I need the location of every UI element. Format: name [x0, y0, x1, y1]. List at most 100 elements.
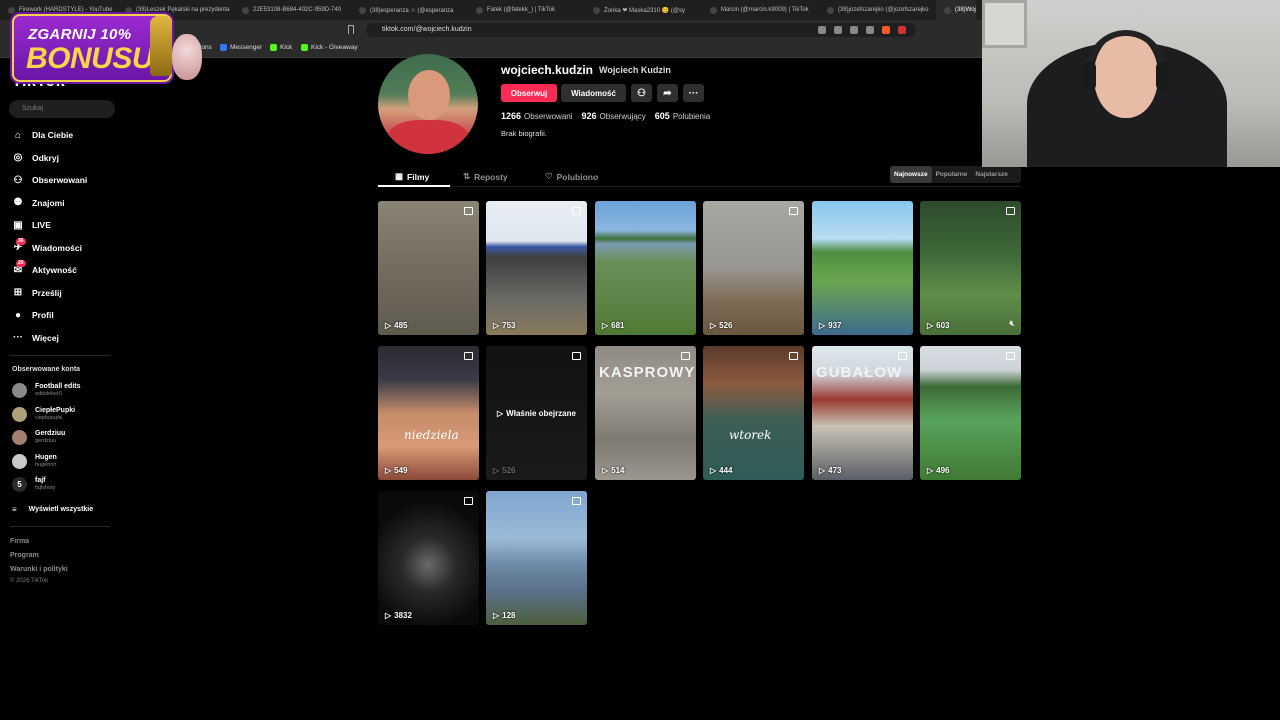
share-icon[interactable]: ➦ [657, 84, 678, 102]
browser-tab[interactable]: Fatek (@fatekk_) | TikTok [468, 0, 585, 20]
extension-icon[interactable] [818, 26, 826, 34]
video-card[interactable]: ▷ 937 [812, 201, 913, 335]
search-placeholder: Szukaj [22, 105, 44, 112]
account-text: Hugen hugennn [35, 454, 57, 469]
tab-reposts[interactable]: ⇅ Reposty [463, 171, 508, 182]
sidebar-divider [10, 355, 110, 356]
video-card[interactable]: ▷ Właśnie obejrzane ▷ 526 [486, 346, 587, 480]
browser-tab[interactable]: 22E53108-B684-402C-959D-740 [234, 0, 351, 20]
browser-tab[interactable]: (38)Wojc [936, 0, 976, 20]
photo-mode-icon [464, 207, 473, 215]
sort-newest[interactable]: Najnowsze [890, 166, 932, 183]
following-account[interactable]: CiepłePupki cieplepupki [12, 406, 75, 422]
bonus-line-1: ZGARNIJ 10% [28, 26, 132, 43]
footer-link-firma[interactable]: Firma [10, 538, 29, 545]
add-friend-icon[interactable]: ⚇ [631, 84, 652, 102]
tab-favicon-icon [8, 6, 15, 14]
message-button[interactable]: Wiadomość [561, 84, 626, 102]
view-count-value: 485 [394, 321, 408, 330]
stat-following[interactable]: 1266 Obserwowani [501, 111, 573, 121]
bookmark-partial-label: ions [200, 44, 212, 51]
video-card[interactable]: KASPROWY ▷ 514 [595, 346, 696, 480]
view-count-value: 526 [719, 321, 733, 330]
bookmark-messenger[interactable]: Messenger [220, 44, 262, 51]
sidebar-item-following[interactable]: ⚇ Obserwowani [12, 174, 88, 186]
play-icon: ▷ [819, 466, 826, 475]
sidebar-item-activity[interactable]: ✉ 26 Aktywność [12, 260, 77, 276]
sort-popular[interactable]: Popularne [932, 166, 972, 183]
account-name: Gerdziuu [35, 430, 66, 438]
heart-icon: ♡ [545, 171, 553, 181]
sidebar-item-upload[interactable]: ⊞ Prześlij [12, 287, 62, 299]
browser-tab[interactable]: (38)jozefszarejko (@jozefszarejko [819, 0, 936, 20]
alert-icon[interactable] [898, 26, 906, 34]
play-icon: ▷ [493, 466, 500, 475]
sidebar-item-home[interactable]: ⌂ Dla Ciebie [12, 129, 73, 141]
sidebar-item-friends[interactable]: ⚉ Znajomi [12, 197, 65, 209]
bookmark-star-icon[interactable] [348, 25, 354, 34]
bookmark-kick-giveaway[interactable]: Kick - Giveaway [301, 44, 358, 51]
bookmark-label: Messenger [230, 44, 263, 51]
avatar [12, 430, 27, 446]
sort-oldest[interactable]: Najstarsze [971, 166, 1012, 183]
tab-title: Żonka ❤ Maska2310 😊 (@sy [604, 7, 685, 14]
video-card[interactable]: niedziela ▷ 549 [378, 346, 479, 480]
live-icon: ▣ [13, 219, 23, 231]
bookmark-kick[interactable]: Kick [270, 44, 292, 51]
search-input[interactable]: Szukaj [9, 100, 115, 118]
follow-button[interactable]: Obserwuj [501, 84, 557, 102]
tab-liked[interactable]: ♡ Polubiono [545, 171, 598, 182]
video-card[interactable]: ▷ 753 [486, 201, 587, 335]
more-options-icon[interactable]: ··· [683, 84, 704, 102]
video-card[interactable]: ▷ 496 [920, 346, 1021, 480]
video-caption-text: niedziela [404, 428, 459, 442]
browser-tab[interactable]: Marcin (@marcin.k9009) | TikTok [702, 0, 819, 20]
tab-title: Firework (HARDSTYLE) - YouTube [19, 7, 113, 13]
footer-link-program[interactable]: Program [10, 552, 39, 559]
stat-likes: 605 Polubienia [655, 111, 710, 121]
browser-tab[interactable]: (38)esperanza ☆ (@esperanza [351, 0, 468, 20]
brave-icon[interactable] [882, 26, 890, 34]
video-card[interactable]: ▷ 603 🔇︎ [920, 201, 1021, 335]
following-account[interactable]: 5 fajf fajfshoty [12, 477, 55, 493]
extension-icons [818, 26, 906, 34]
screen-icon[interactable] [850, 26, 858, 34]
bookmark-partial[interactable]: ions [200, 44, 212, 51]
video-card[interactable]: GUBAŁOW ▷ 473 [812, 346, 913, 480]
translate-icon[interactable] [834, 26, 842, 34]
video-card[interactable]: ▷ 485 [378, 201, 479, 335]
sidebar-item-more[interactable]: ··· Więcej [12, 332, 59, 344]
mascot-graphic [172, 34, 202, 80]
notification-badge: 26 [16, 260, 26, 267]
video-card[interactable]: ▷ 3832 [378, 491, 479, 625]
tab-favicon-icon [593, 6, 600, 14]
following-account[interactable]: Football edits editstriker0 [12, 383, 81, 398]
stat-label: Obserwujący [599, 112, 646, 121]
video-card[interactable]: ▷ 128 [486, 491, 587, 625]
view-count-value: 681 [611, 321, 625, 330]
browser-tab[interactable]: Żonka ❤ Maska2310 😊 (@sy [585, 0, 702, 20]
sidebar-item-live[interactable]: ▣ LIVE [12, 219, 51, 231]
headset-ear-left [1082, 62, 1096, 90]
footer-link-terms[interactable]: Warunki i polityki [10, 566, 68, 573]
video-card[interactable]: wtorek ▷ 444 [703, 346, 804, 480]
stat-followers[interactable]: 926 Obserwujący [582, 111, 646, 121]
following-account[interactable]: Gerdziuu gerdziuu [12, 430, 66, 446]
sidebar-item-messages[interactable]: ✈ 36 Wiadomości [12, 237, 82, 254]
video-card[interactable]: ▷ 526 [703, 201, 804, 335]
sidebar-item-compass[interactable]: ◎ Odkryj [12, 152, 59, 164]
mute-icon[interactable]: 🔇︎ [1009, 318, 1015, 329]
photo-mode-icon [572, 207, 581, 215]
view-count: ▷ 681 [602, 321, 625, 330]
share-icon[interactable] [866, 26, 874, 34]
tab-favicon-icon [242, 6, 249, 14]
sidebar-item-profile[interactable]: ● Profil [12, 309, 54, 321]
tab-videos[interactable]: ▦ Filmy [395, 171, 429, 182]
play-icon: ▷ [385, 466, 392, 475]
tab-label: Polubiono [556, 171, 599, 182]
photo-mode-icon [572, 352, 581, 360]
following-account[interactable]: Hugen hugennn [12, 453, 57, 469]
video-card[interactable]: ▷ 681 [595, 201, 696, 335]
stat-label: Obserwowani [524, 112, 573, 121]
see-all-button[interactable]: ≡ Wyświetl wszystkie [12, 505, 93, 514]
